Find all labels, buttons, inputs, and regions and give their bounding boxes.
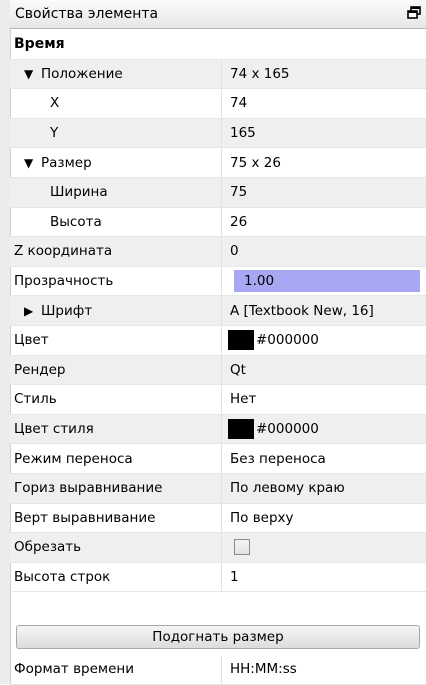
property-value[interactable]: 165 bbox=[222, 119, 426, 148]
property-row-size[interactable]: ▼ Размер 75 x 26 bbox=[10, 148, 426, 178]
collapsed-arrow-icon[interactable]: ▶ bbox=[24, 304, 41, 318]
property-label: Цвет стиля bbox=[10, 414, 222, 444]
property-row-horizontal-align[interactable]: Гориз выравнивание По левому краю bbox=[10, 473, 426, 504]
property-label: Формат времени bbox=[10, 655, 222, 684]
property-row-x[interactable]: X 74 bbox=[10, 89, 426, 119]
property-row-wrap-mode[interactable]: Режим переноса Без переноса bbox=[10, 444, 426, 474]
property-row-y[interactable]: Y 165 bbox=[10, 118, 426, 149]
property-label: Высота bbox=[10, 207, 222, 237]
property-value[interactable]: Нет bbox=[222, 385, 426, 414]
property-value[interactable]: 75 bbox=[222, 178, 426, 207]
property-label: Высота строк bbox=[10, 562, 222, 592]
color-value[interactable]: #000000 bbox=[256, 332, 319, 348]
property-label: Шрифт bbox=[41, 302, 93, 319]
expanded-arrow-icon[interactable]: ▼ bbox=[24, 156, 41, 170]
color-value[interactable]: #000000 bbox=[256, 421, 319, 437]
fit-size-button[interactable]: Подогнать размер bbox=[16, 625, 420, 649]
property-label: Y bbox=[10, 118, 222, 148]
float-window-icon[interactable] bbox=[405, 4, 423, 22]
property-value[interactable]: 1 bbox=[222, 563, 426, 592]
section-label: Время bbox=[14, 36, 65, 53]
property-label: Верт выравнивание bbox=[10, 503, 222, 533]
property-value[interactable]: По левому краю bbox=[222, 474, 426, 503]
property-value[interactable]: 26 bbox=[222, 208, 426, 237]
property-row-style[interactable]: Стиль Нет bbox=[10, 385, 426, 415]
property-row-style-color[interactable]: Цвет стиля #000000 bbox=[10, 414, 426, 445]
property-label: Z координата bbox=[10, 237, 222, 266]
clip-checkbox[interactable] bbox=[234, 539, 250, 556]
property-value[interactable]: HH:MM:ss bbox=[222, 655, 426, 684]
opacity-value[interactable]: 1.00 bbox=[230, 273, 274, 289]
property-value[interactable]: 0 bbox=[222, 237, 426, 266]
property-row-time-format[interactable]: Формат времени HH:MM:ss bbox=[10, 655, 426, 685]
property-label: Режим переноса bbox=[10, 444, 222, 473]
property-label: Ширина bbox=[10, 177, 222, 207]
property-value[interactable]: Без переноса bbox=[222, 444, 426, 473]
expanded-arrow-icon[interactable]: ▼ bbox=[24, 67, 41, 81]
section-row-time: Время bbox=[10, 30, 426, 60]
property-label: Размер bbox=[41, 154, 92, 171]
property-row-clip[interactable]: Обрезать bbox=[10, 533, 426, 563]
property-row-render[interactable]: Рендер Qt bbox=[10, 355, 426, 386]
property-label: Положение bbox=[41, 65, 123, 82]
property-label: Рендер bbox=[10, 355, 222, 385]
property-grid: Время ▼ Положение 74 x 165 X 74 Y 165 ▼ Ра… bbox=[10, 30, 426, 593]
property-value: 74 x 165 bbox=[230, 65, 290, 82]
color-swatch[interactable] bbox=[228, 419, 254, 440]
property-label: Прозрачность bbox=[10, 266, 222, 296]
property-value: 75 x 26 bbox=[230, 154, 281, 171]
property-label: Гориз выравнивание bbox=[10, 473, 222, 503]
panel-title: Свойства элемента bbox=[15, 6, 159, 22]
property-row-line-height[interactable]: Высота строк 1 bbox=[10, 562, 426, 593]
property-row-width[interactable]: Ширина 75 bbox=[10, 177, 426, 208]
property-row-opacity[interactable]: Прозрачность 1.00 bbox=[10, 266, 426, 297]
property-value[interactable]: A [Textbook New, 16] bbox=[222, 296, 426, 325]
element-properties-panel: Свойства элемента Время ▼ Положение 74 x … bbox=[0, 0, 426, 685]
property-label: Обрезать bbox=[10, 533, 222, 562]
property-row-font[interactable]: ▶ Шрифт A [Textbook New, 16] bbox=[10, 296, 426, 326]
property-row-z-coordinate[interactable]: Z координата 0 bbox=[10, 237, 426, 267]
color-swatch[interactable] bbox=[228, 330, 254, 351]
property-row-position[interactable]: ▼ Положение 74 x 165 bbox=[10, 59, 426, 90]
property-value[interactable]: 74 bbox=[222, 89, 426, 118]
property-row-height[interactable]: Высота 26 bbox=[10, 207, 426, 238]
panel-titlebar: Свойства элемента bbox=[10, 0, 426, 29]
property-label: X bbox=[10, 89, 222, 118]
property-value[interactable]: По верху bbox=[222, 504, 426, 533]
property-value[interactable]: Qt bbox=[222, 356, 426, 385]
property-row-color[interactable]: Цвет #000000 bbox=[10, 325, 426, 356]
property-label: Цвет bbox=[10, 325, 222, 355]
property-row-vertical-align[interactable]: Верт выравнивание По верху bbox=[10, 503, 426, 534]
property-label: Стиль bbox=[10, 385, 222, 414]
